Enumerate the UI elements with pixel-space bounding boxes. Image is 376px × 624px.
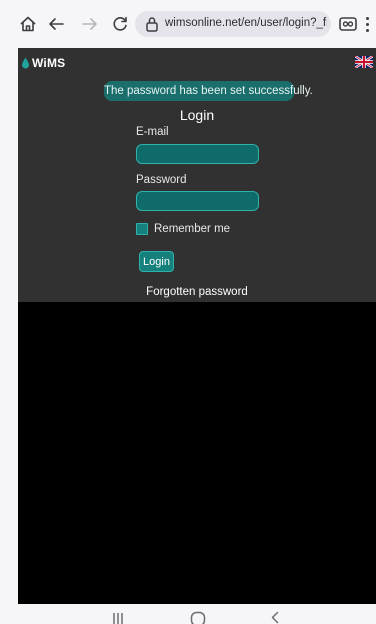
remember-me-checkbox[interactable] [136, 223, 148, 235]
password-field[interactable] [136, 191, 259, 211]
web-page: WiMS The password has been set successfu… [18, 48, 376, 604]
email-field[interactable] [136, 144, 259, 164]
reload-icon[interactable] [110, 14, 130, 34]
home-icon[interactable] [18, 14, 38, 34]
address-bar[interactable]: wimsonline.net/en/user/login?_fid=3abv [135, 11, 331, 37]
forward-arrow-icon[interactable] [80, 14, 100, 34]
login-button[interactable]: Login [139, 251, 174, 272]
remember-me-label: Remember me [154, 223, 231, 235]
url-text: wimsonline.net/en/user/login?_fid=3abv [165, 17, 327, 29]
more-menu-icon[interactable] [362, 14, 372, 34]
recents-icon[interactable] [111, 612, 125, 624]
wims-logo[interactable]: WiMS [21, 55, 65, 71]
form-title: Login [179, 107, 215, 123]
password-label: Password [136, 174, 187, 186]
back-nav-icon[interactable] [270, 611, 280, 624]
home-nav-icon[interactable] [190, 611, 206, 624]
login-panel: WiMS The password has been set successfu… [18, 48, 376, 302]
forgotten-password-link[interactable]: Forgotten password [18, 286, 376, 298]
forgotten-password-text[interactable]: Forgotten password [146, 286, 248, 298]
wims-logo-icon [22, 57, 29, 69]
logo-text: WiMS [32, 56, 66, 70]
remember-me-row[interactable]: Remember me [136, 223, 230, 235]
lock-icon [146, 17, 158, 32]
success-alert: The password has been set successfully. [104, 81, 313, 101]
reader-mode-icon[interactable] [338, 14, 358, 34]
system-nav-bar [0, 604, 376, 624]
browser-toolbar: wimsonline.net/en/user/login?_fid=3abv [0, 0, 376, 48]
uk-flag-icon[interactable] [355, 56, 373, 68]
back-arrow-icon[interactable] [46, 14, 66, 34]
email-label: E-mail [136, 126, 169, 138]
